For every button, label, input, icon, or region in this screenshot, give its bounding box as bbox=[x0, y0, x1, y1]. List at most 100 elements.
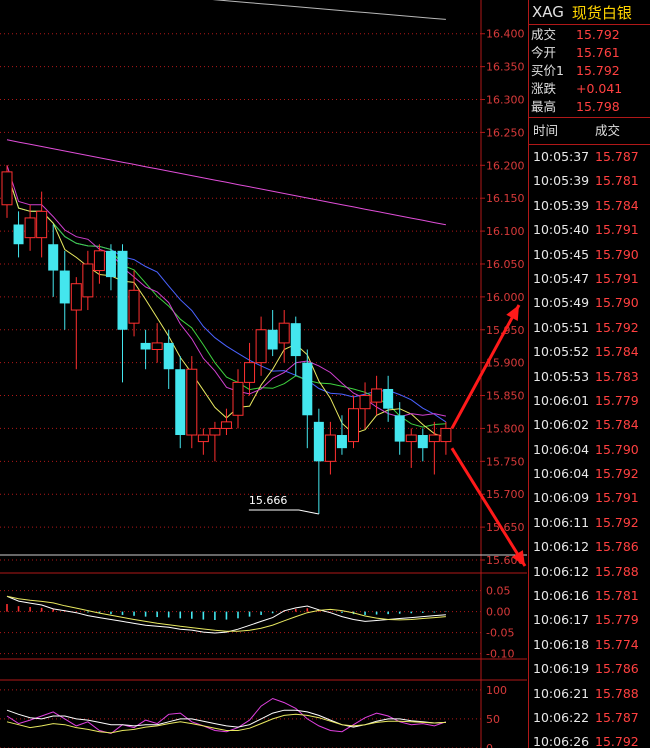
macd-tick-label: 0.00 bbox=[486, 606, 511, 619]
candle-body[interactable] bbox=[209, 427, 221, 436]
tick-price: 15.774 bbox=[595, 636, 639, 652]
tick-price: 15.792 bbox=[595, 319, 639, 335]
tick-row: 10:06:04 15.792 bbox=[529, 462, 650, 486]
candle-body[interactable] bbox=[348, 408, 359, 443]
tick-price: 15.790 bbox=[595, 246, 639, 262]
tick-row: 10:05:37 15.787 bbox=[529, 145, 650, 169]
tick-row: 10:06:12 15.786 bbox=[529, 535, 650, 559]
tick-price: 15.784 bbox=[595, 197, 639, 213]
candle-body[interactable] bbox=[186, 368, 198, 436]
price-tick-label: 16.350 bbox=[486, 61, 525, 74]
field-value: 15.798 bbox=[576, 99, 620, 114]
candle-body[interactable] bbox=[220, 421, 232, 429]
candle-body[interactable] bbox=[140, 342, 151, 350]
candle-body[interactable] bbox=[232, 381, 244, 416]
candle-body[interactable] bbox=[417, 435, 428, 449]
tick-row: 10:05:39 15.784 bbox=[529, 194, 650, 218]
candle-body[interactable] bbox=[128, 289, 140, 324]
tick-time: 10:06:12 bbox=[533, 539, 590, 555]
candle-body[interactable] bbox=[440, 427, 452, 443]
tick-price: 15.779 bbox=[595, 612, 639, 628]
candle-body[interactable] bbox=[394, 415, 405, 442]
price-tick-label: 16.400 bbox=[486, 28, 525, 41]
tick-time: 10:06:19 bbox=[533, 661, 590, 677]
tick-time: 10:06:22 bbox=[533, 709, 590, 725]
candle-body[interactable] bbox=[117, 250, 128, 330]
tick-price: 15.788 bbox=[595, 685, 639, 701]
tick-price: 15.792 bbox=[595, 514, 639, 530]
candle-body[interactable] bbox=[93, 250, 105, 272]
tick-row: 10:06:19 15.786 bbox=[529, 657, 650, 681]
candle-body[interactable] bbox=[163, 342, 174, 370]
candle-body[interactable] bbox=[82, 263, 94, 298]
tick-time: 10:06:11 bbox=[533, 514, 590, 530]
tick-time-header: 时间 bbox=[533, 123, 559, 138]
candle-body[interactable] bbox=[36, 210, 48, 239]
candle-body[interactable] bbox=[175, 369, 186, 436]
chart-svg[interactable]: 16.400 16.350 16.300 16.250 16.200 16.150 16.1… bbox=[0, 0, 527, 748]
field-label: 涨跌 bbox=[531, 81, 557, 96]
candle-body[interactable] bbox=[405, 434, 417, 443]
tick-time: 10:06:01 bbox=[533, 392, 590, 408]
symbol-code: XAG bbox=[532, 3, 564, 21]
tick-row: 10:06:21 15.788 bbox=[529, 682, 650, 706]
candle-body[interactable] bbox=[244, 362, 256, 383]
tick-row: 10:06:22 15.787 bbox=[529, 706, 650, 730]
field-label: 买价1 bbox=[531, 63, 564, 78]
field-change: 涨跌 +0.041 bbox=[529, 80, 650, 98]
candle-body[interactable] bbox=[278, 322, 290, 344]
ma-line-magenta bbox=[6, 139, 446, 226]
candle-body[interactable] bbox=[290, 323, 301, 357]
tick-price: 15.792 bbox=[595, 466, 639, 482]
field-open: 今开 15.761 bbox=[529, 44, 650, 62]
candle-body[interactable] bbox=[70, 283, 82, 311]
tick-list[interactable]: 10:05:37 15.787 10:05:39 15.781 10:05:39 15… bbox=[529, 145, 650, 748]
tick-time: 10:05:51 bbox=[533, 319, 590, 335]
tick-price: 15.790 bbox=[595, 441, 639, 457]
candle-body[interactable] bbox=[105, 250, 116, 278]
price-tick-label: 15.800 bbox=[486, 422, 525, 435]
candle-body[interactable] bbox=[324, 434, 336, 462]
quote-fields: 成交 15.792 今开 15.761 买价1 15.792 涨跌 +0.041… bbox=[529, 25, 650, 118]
tick-row: 10:06:16 15.781 bbox=[529, 584, 650, 608]
tick-time: 10:06:21 bbox=[533, 685, 590, 701]
candle-body[interactable] bbox=[313, 421, 324, 462]
tick-price: 15.784 bbox=[595, 417, 639, 433]
candle-body[interactable] bbox=[197, 434, 209, 443]
candle-body[interactable] bbox=[359, 395, 371, 410]
tick-row: 10:05:40 15.791 bbox=[529, 218, 650, 242]
field-label: 成交 bbox=[531, 27, 557, 42]
candle-body[interactable] bbox=[371, 388, 383, 403]
chart-area[interactable]: 16.400 16.350 16.300 16.250 16.200 16.150 16.1… bbox=[0, 0, 527, 748]
price-tick-label: 15.750 bbox=[486, 455, 525, 468]
candle-body[interactable] bbox=[267, 329, 278, 350]
candle-body[interactable] bbox=[255, 329, 267, 364]
low-price-label: 15.666 bbox=[249, 494, 288, 507]
price-tick-label: 15.900 bbox=[486, 357, 525, 370]
tick-time: 10:06:02 bbox=[533, 417, 590, 433]
candle-body[interactable] bbox=[48, 244, 59, 271]
tick-time: 10:06:09 bbox=[533, 490, 590, 506]
tick-row: 10:05:47 15.791 bbox=[529, 267, 650, 291]
field-value: 15.792 bbox=[576, 63, 620, 78]
tick-price: 15.781 bbox=[595, 588, 639, 604]
candle-body[interactable] bbox=[1, 171, 13, 206]
candle-body[interactable] bbox=[13, 224, 24, 245]
macd-tick-label: -0.10 bbox=[486, 648, 514, 661]
tick-time: 10:06:18 bbox=[533, 636, 590, 652]
price-tick-label: 16.200 bbox=[486, 159, 525, 172]
candle-body[interactable] bbox=[24, 217, 36, 239]
tick-time: 10:06:16 bbox=[533, 588, 590, 604]
price-tick-label: 16.050 bbox=[486, 258, 525, 271]
candle-body[interactable] bbox=[383, 388, 394, 409]
candle-body[interactable] bbox=[151, 342, 163, 350]
tick-price: 15.786 bbox=[595, 539, 639, 555]
kdj-tick-label: 50 bbox=[486, 713, 500, 726]
candle-body[interactable] bbox=[302, 362, 313, 416]
symbol-name: 现货白银 bbox=[571, 3, 632, 22]
field-value: +0.041 bbox=[576, 81, 623, 96]
ma-line-grey bbox=[212, 0, 446, 20]
candle-body[interactable] bbox=[59, 270, 70, 304]
candle-body[interactable] bbox=[428, 434, 440, 443]
candle-body[interactable] bbox=[336, 435, 347, 449]
